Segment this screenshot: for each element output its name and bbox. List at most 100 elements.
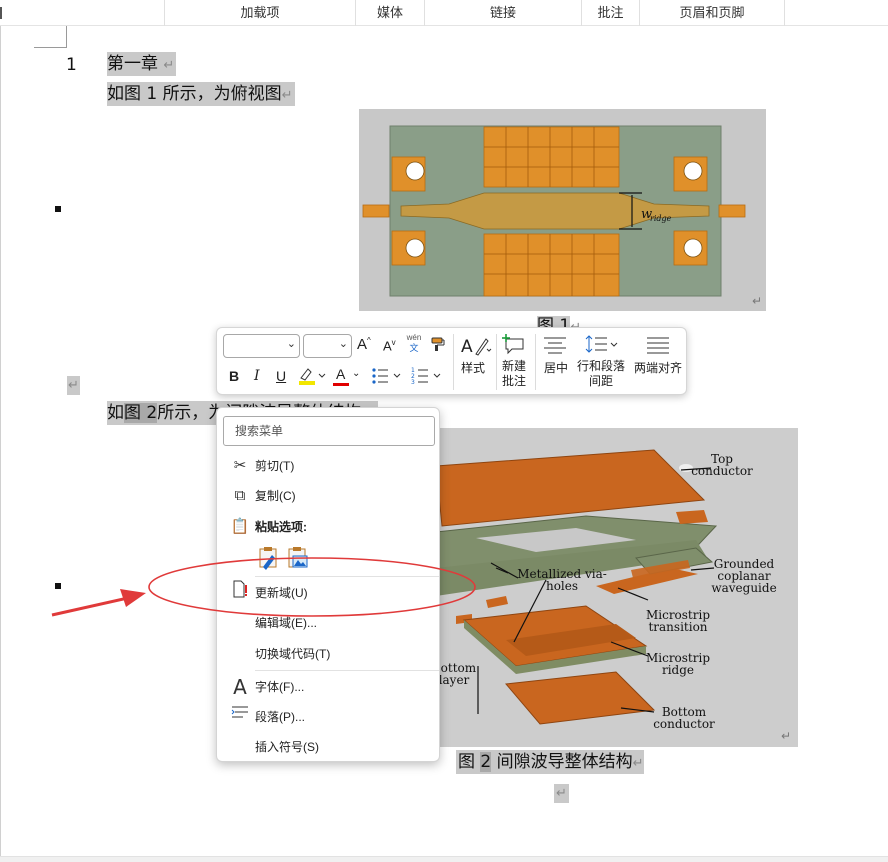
- figure-2-caption: 图 2 间隙波导整体结构↵: [456, 750, 644, 776]
- empty-paragraph-2: ↵: [554, 780, 569, 806]
- page-margin-marker: [34, 47, 66, 48]
- menu-separator: [255, 576, 439, 577]
- ribbon-group-addins[interactable]: 加载项: [164, 0, 355, 26]
- toolbar-separator: [535, 334, 536, 390]
- paragraph-mark: ↵: [632, 756, 644, 771]
- center-align-icon: [544, 337, 566, 354]
- bullets-icon: [372, 368, 401, 384]
- line-spacing-label-2: 间距: [588, 374, 613, 388]
- font-color-swatch: [333, 383, 349, 386]
- ribbon-group-media[interactable]: 媒体: [355, 0, 424, 26]
- label-top-2: conductor: [691, 464, 753, 478]
- font-name-select[interactable]: ⌄: [223, 334, 300, 358]
- heading-line[interactable]: 第一章 ↵: [107, 52, 177, 78]
- label-ridge-2: ridge: [662, 663, 694, 677]
- ribbon-group-links[interactable]: 链接: [424, 0, 581, 26]
- format-painter-button[interactable]: [429, 335, 447, 356]
- context-menu: 搜索菜单 ✂ 剪切(T) ⧉ 复制(C) 📋 粘贴选项: 更新域(U) 编辑域(…: [216, 407, 440, 762]
- shrink-font-icon: A: [383, 338, 392, 354]
- paste-keep-source-button[interactable]: [257, 545, 281, 571]
- toolbar-separator: [496, 334, 497, 390]
- new-comment-label-2: 批注: [501, 374, 526, 388]
- menu-item-cut-label: 剪切(T): [255, 459, 295, 473]
- menu-item-edit-field[interactable]: 编辑域(E)...: [217, 610, 439, 636]
- paragraph-1[interactable]: 如图 1 所示，为俯视图↵: [107, 82, 295, 108]
- figure-reference-field[interactable]: 图 2: [124, 403, 158, 423]
- new-comment-icon: [502, 334, 524, 355]
- center-align-button[interactable]: [543, 336, 567, 357]
- highlight-button[interactable]: [297, 366, 327, 389]
- paste-keep-formatting-icon: [259, 547, 277, 570]
- numbering-button[interactable]: 123: [411, 367, 445, 388]
- menu-item-copy[interactable]: ⧉ 复制(C): [217, 483, 439, 509]
- menu-item-font[interactable]: A 字体(F)...: [217, 674, 439, 700]
- italic-button[interactable]: I: [254, 368, 260, 384]
- ribbon-group-comments[interactable]: 批注: [581, 0, 639, 26]
- styles-icon: A: [461, 337, 492, 357]
- menu-item-paragraph[interactable]: 段落(P)...: [217, 704, 439, 730]
- shrink-font-button[interactable]: Av: [383, 338, 396, 353]
- menu-item-paragraph-label: 段落(P)...: [255, 710, 305, 724]
- menu-item-copy-label: 复制(C): [255, 489, 296, 503]
- heading-number: 1: [66, 55, 77, 75]
- paragraph-mark: ↵: [752, 294, 762, 308]
- ribbon-group-partial: [0, 0, 12, 26]
- highlighter-icon: [299, 368, 326, 385]
- paragraph-mark: ↵: [163, 58, 175, 73]
- line-spacing-icon: [585, 335, 618, 353]
- menu-item-toggle-field-codes[interactable]: 切换域代码(T): [217, 641, 439, 667]
- bullets-button[interactable]: [371, 367, 405, 388]
- paste-picture-button[interactable]: [286, 545, 310, 571]
- scissors-icon: ✂: [233, 457, 247, 474]
- empty-paragraph: ↵: [67, 372, 80, 398]
- menu-item-cut[interactable]: ✂ 剪切(T): [217, 453, 439, 479]
- mini-toolbar: ⌄ ⌄ A^ Av wén 文 B I U A ⌄ 123 A 样式 新建 批注…: [216, 327, 687, 395]
- styles-label: 样式: [460, 361, 485, 375]
- menu-item-font-label: 字体(F)...: [255, 680, 305, 694]
- menu-separator: [255, 670, 439, 671]
- grow-font-button[interactable]: A^: [357, 336, 371, 353]
- line-spacing-button[interactable]: [585, 334, 621, 357]
- pinyin-bottom: 文: [409, 343, 419, 353]
- justify-button[interactable]: [646, 336, 670, 357]
- document-left-edge: [0, 26, 1, 856]
- figure-1-top-view[interactable]: w ridge ↵: [359, 109, 766, 311]
- paragraph-mark: ↵: [781, 729, 791, 743]
- figure-2-drawing: Top conductor Metallized via- holes Grou…: [436, 449, 791, 743]
- font-size-select[interactable]: ⌄: [303, 334, 352, 358]
- menu-item-insert-symbol[interactable]: 插入符号(S): [217, 734, 439, 760]
- styles-button[interactable]: A: [459, 334, 493, 361]
- label-vias-2: holes: [546, 579, 578, 593]
- paragraph-2-prefix: 如: [107, 403, 124, 423]
- new-comment-button[interactable]: [501, 333, 527, 358]
- update-field-icon: [230, 580, 250, 607]
- ribbon-group-header-footer[interactable]: 页眉和页脚: [639, 0, 785, 26]
- label-microstrip-transition-2: transition: [648, 620, 707, 634]
- bold-button[interactable]: B: [229, 368, 239, 384]
- menu-item-paste-options: 📋 粘贴选项:: [217, 514, 439, 540]
- paragraph-1-text: 如图 1 所示，为俯视图: [107, 84, 282, 104]
- figure-2-structure[interactable]: Top conductor Metallized via- holes Grou…: [436, 428, 798, 747]
- red-arrow-icon: [51, 589, 146, 617]
- caption-2-number-field[interactable]: 2: [480, 752, 492, 772]
- paste-options-label: 粘贴选项:: [255, 520, 307, 534]
- label-gcpw-3: waveguide: [711, 581, 776, 595]
- pinyin-top: wén: [406, 333, 422, 342]
- underline-button[interactable]: U: [276, 368, 286, 384]
- paragraph-mark: ↵: [67, 376, 80, 395]
- menu-item-edit-field-label: 编辑域(E)...: [255, 616, 317, 630]
- grow-font-icon: A: [357, 336, 368, 353]
- paragraph-mark: ↵: [281, 88, 293, 103]
- heading-text: 第一章: [107, 54, 158, 74]
- paste-picture-icon: [288, 547, 308, 568]
- chevron-down-icon: ⌄: [338, 338, 348, 350]
- page-margin-marker-vertical: [66, 26, 67, 48]
- justify-icon: [647, 337, 669, 354]
- phonetic-guide-button[interactable]: wén 文: [405, 333, 423, 353]
- menu-item-update-field[interactable]: 更新域(U): [217, 580, 439, 606]
- menu-item-toggle-field-codes-label: 切换域代码(T): [255, 647, 331, 661]
- menu-search-input[interactable]: 搜索菜单: [223, 416, 435, 446]
- font-color-icon: A: [336, 366, 346, 382]
- caption-2-text: 间隙波导整体结构: [496, 752, 633, 772]
- copy-icon: ⧉: [234, 487, 246, 504]
